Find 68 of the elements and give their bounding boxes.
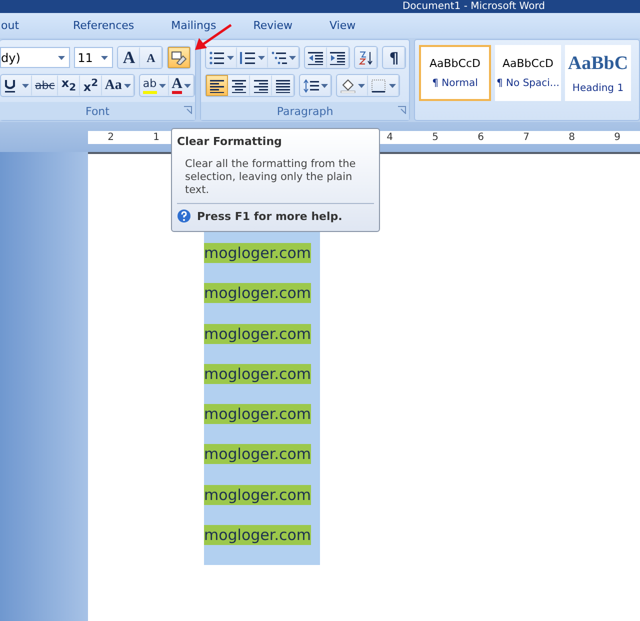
- ruler-number: 8: [568, 130, 576, 144]
- highlighted-text: mogloger.com: [204, 444, 311, 464]
- ruler-number: 4: [386, 130, 394, 144]
- shrink-button[interactable]: A: [140, 47, 162, 68]
- pilcrow-button[interactable]: ¶: [383, 47, 405, 68]
- grow-button[interactable]: A: [118, 47, 140, 68]
- align-left-icon: [209, 78, 225, 92]
- ruler-number: 2: [106, 130, 115, 144]
- highlighted-text: mogloger.com: [204, 404, 311, 424]
- dropdown-caret-icon: [58, 56, 65, 60]
- paint-bucket-icon: [340, 78, 356, 92]
- fontcolor-button[interactable]: A: [168, 75, 194, 96]
- group-label: Paragraph: [276, 104, 334, 118]
- ribbon-tab[interactable]: Review: [246, 16, 300, 35]
- border-icon: [371, 78, 387, 92]
- style-option[interactable]: AaBbCcD ¶ Normal: [419, 45, 491, 101]
- sub-button[interactable]: x$_{2}$: [58, 75, 80, 96]
- tooltip-title: Clear Formatting: [177, 135, 283, 148]
- window-title: Document1 - Microsoft Word: [402, 0, 545, 13]
- dropdown-caret-icon: [101, 56, 108, 60]
- font-size-field[interactable]: 11: [74, 47, 113, 68]
- style-preview: AaBbCcD: [502, 57, 554, 70]
- case-button[interactable]: Aa: [102, 75, 134, 96]
- highlight-button[interactable]: ab: [140, 75, 169, 96]
- justify-icon: [275, 78, 291, 92]
- ruler-number: 1: [152, 130, 160, 144]
- style-name: Heading 1: [572, 82, 624, 94]
- bullet-list-icon: [209, 50, 225, 64]
- ribbon-tab[interactable]: View: [322, 16, 363, 35]
- ruler-number: 6: [476, 130, 485, 144]
- indent-button[interactable]: [327, 47, 349, 68]
- ribbon-tab[interactable]: References: [66, 16, 142, 35]
- super-button[interactable]: x$^{2}$: [80, 75, 102, 96]
- sort-icon: [358, 50, 374, 64]
- highlighted-text: mogloger.com: [204, 283, 311, 304]
- highlighted-text: mogloger.com: [204, 524, 311, 545]
- highlighted-text: mogloger.com: [204, 324, 311, 344]
- align-right-icon: [253, 78, 269, 92]
- style-name: ¶ Normal: [432, 78, 478, 89]
- strike-button[interactable]: abc: [32, 75, 58, 96]
- ribbon-tab[interactable]: out: [0, 16, 26, 35]
- align-center-icon: [231, 78, 247, 92]
- style-option[interactable]: AaBbC Heading 1: [565, 45, 631, 101]
- group-label: Font: [86, 104, 110, 118]
- highlighted-text: mogloger.com: [204, 484, 311, 504]
- font-name-field[interactable]: dy): [0, 47, 70, 68]
- ruler-number: 7: [522, 130, 530, 144]
- outdent-button[interactable]: [305, 47, 327, 68]
- decrease-indent-icon: [308, 50, 324, 64]
- numbered-list-icon: [240, 50, 256, 64]
- style-preview: AaBbCcD: [430, 57, 480, 70]
- help-icon: [177, 209, 191, 223]
- ruler-number: 9: [613, 130, 622, 144]
- tooltip-text: Clear all the formatting from the selection, leaving only the plain text.: [184, 157, 357, 197]
- ribbon-tab[interactable]: Mailings: [164, 16, 224, 35]
- style-name: ¶ No Spaci...: [497, 78, 559, 89]
- numbering-button[interactable]: [237, 47, 268, 68]
- align-left-button[interactable]: [206, 75, 228, 96]
- line-spacing-icon: [303, 78, 319, 92]
- eraser-icon: [171, 50, 187, 64]
- style-preview: AaBbC: [568, 52, 628, 74]
- help-text: Press F1 for more help.: [197, 210, 342, 222]
- highlighted-text: mogloger.com: [204, 243, 311, 263]
- increase-indent-icon: [330, 50, 346, 64]
- multilevel-list-icon: [271, 50, 287, 64]
- ruler-number: 5: [431, 130, 440, 144]
- style-option[interactable]: AaBbCcD ¶ No Spaci...: [495, 45, 561, 101]
- highlighted-text: mogloger.com: [204, 364, 311, 384]
